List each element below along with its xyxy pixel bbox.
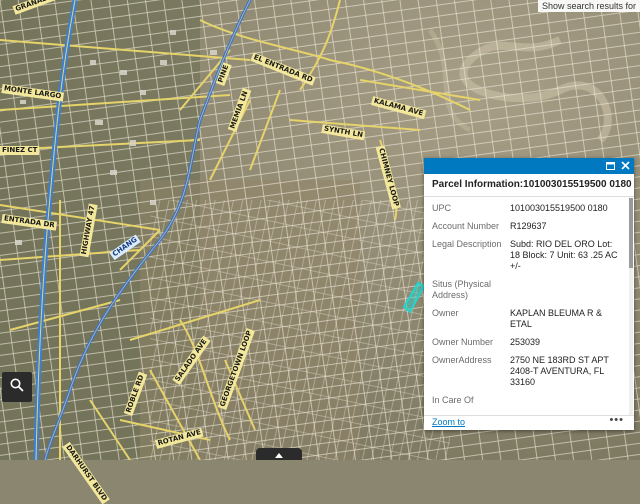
popup-scrollbar[interactable] [629, 198, 633, 428]
field-key: Owner [432, 308, 459, 318]
field-key: Legal Description [432, 239, 502, 249]
zoom-to-link[interactable]: Zoom to [432, 417, 465, 427]
chevron-up-icon [275, 445, 283, 463]
parcel-grid-south [150, 200, 450, 460]
scrollbar-thumb[interactable] [629, 198, 633, 268]
field-key: OwnerAddress [432, 355, 492, 365]
field-value: 253039 [510, 337, 541, 347]
search-location-icon [9, 377, 25, 398]
field-row: UPC 101003015519500 0180 [432, 203, 636, 214]
close-button[interactable] [620, 161, 631, 172]
dock-icon [606, 157, 615, 175]
field-row: Account Number R129637 [432, 221, 636, 232]
field-key: Account Number [432, 221, 500, 231]
expand-panel-button[interactable] [256, 448, 302, 460]
field-value: R129637 [510, 221, 547, 231]
street-label-finez: FINEZ CT [0, 146, 40, 155]
field-key: Business Name [432, 413, 510, 414]
field-key: In Care Of [432, 395, 474, 405]
field-row: Owner KAPLAN BLEUMA R & ETAL [432, 308, 636, 330]
field-value [510, 413, 622, 414]
close-icon [621, 157, 630, 175]
field-value [510, 279, 622, 301]
popup-title: Parcel Information:101003015519500 0180 [424, 174, 634, 197]
field-value: 2750 NE 183RD ST APT 2408-T AVENTURA, FL… [510, 355, 609, 387]
field-row: Legal Description Subd: RIO DEL ORO Lot: … [432, 239, 636, 272]
field-row: In Care Of [432, 395, 636, 406]
field-key: UPC [432, 203, 452, 213]
field-key: Situs (Physical Address) [432, 279, 492, 300]
locate-button[interactable] [2, 372, 32, 402]
parcel-popup: Parcel Information:101003015519500 0180 … [424, 158, 634, 430]
popup-header [424, 158, 634, 174]
dock-button[interactable] [605, 161, 616, 172]
field-row: Owner Number 253039 [432, 337, 636, 348]
field-value: 101003015519500 0180 [510, 203, 608, 213]
search-results-hint[interactable]: Show search results for [537, 0, 640, 12]
more-options-button[interactable]: ••• [609, 414, 624, 426]
field-value: KAPLAN BLEUMA R & ETAL [510, 308, 603, 329]
field-row: Business Name [432, 413, 636, 414]
field-value [510, 395, 622, 406]
field-row: OwnerAddress 2750 NE 183RD ST APT 2408-T … [432, 355, 636, 388]
field-key: Owner Number [432, 337, 494, 347]
popup-fields: UPC 101003015519500 0180 Account Number R12… [424, 198, 636, 414]
field-row: Situs (Physical Address) [432, 279, 636, 301]
popup-footer: Zoom to ••• [424, 414, 634, 430]
field-value: Subd: RIO DEL ORO Lot: 18 Block: 7 Unit:… [510, 239, 618, 271]
